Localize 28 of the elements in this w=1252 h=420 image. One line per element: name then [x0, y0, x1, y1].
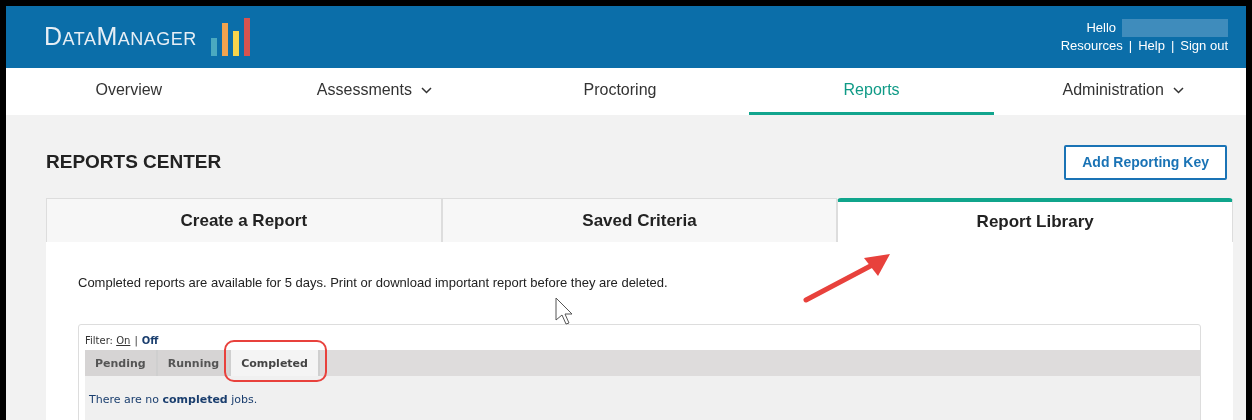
filter-link[interactable]: Off	[141, 335, 159, 346]
report-tab[interactable]: Report Library	[837, 198, 1233, 242]
header-link[interactable]: Help	[1138, 38, 1165, 54]
separator-text: |	[1128, 38, 1133, 54]
header-link[interactable]: Sign out	[1180, 38, 1228, 54]
separator-text: |	[134, 335, 138, 346]
page-title: REPORTS CENTER	[46, 149, 222, 174]
filter-link[interactable]: On	[116, 335, 131, 346]
greeting-text: Hello	[1086, 19, 1116, 35]
filter-label: Filter:	[85, 335, 113, 346]
mouse-cursor-icon	[554, 296, 574, 326]
nav-item[interactable]: Proctoring	[497, 68, 743, 115]
bar-chart-logo-icon	[210, 18, 251, 56]
report-tab[interactable]: Saved Criteria	[441, 198, 838, 242]
job-tab[interactable]: Running	[157, 350, 232, 376]
nav-item[interactable]: Administration	[1000, 68, 1246, 115]
nav-item[interactable]: Reports	[748, 68, 995, 115]
empty-message: There are no completed jobs.	[89, 392, 259, 408]
header-link[interactable]: Resources	[1060, 38, 1123, 54]
job-tab[interactable]: Pending	[85, 350, 158, 376]
nav-item[interactable]: Assessments	[251, 68, 498, 115]
job-tab[interactable]: Completed	[231, 350, 320, 376]
report-tab[interactable]: Create a Report	[46, 198, 442, 242]
logo-text: DataManager	[44, 21, 197, 53]
add-reporting-key-button[interactable]: Add Reporting Key	[1064, 144, 1227, 180]
separator-text: |	[1170, 38, 1175, 54]
nav-item[interactable]: Overview	[6, 68, 252, 115]
notice-text: Completed reports are available for 5 days. Print or download important report before they are deleted.	[78, 274, 668, 292]
